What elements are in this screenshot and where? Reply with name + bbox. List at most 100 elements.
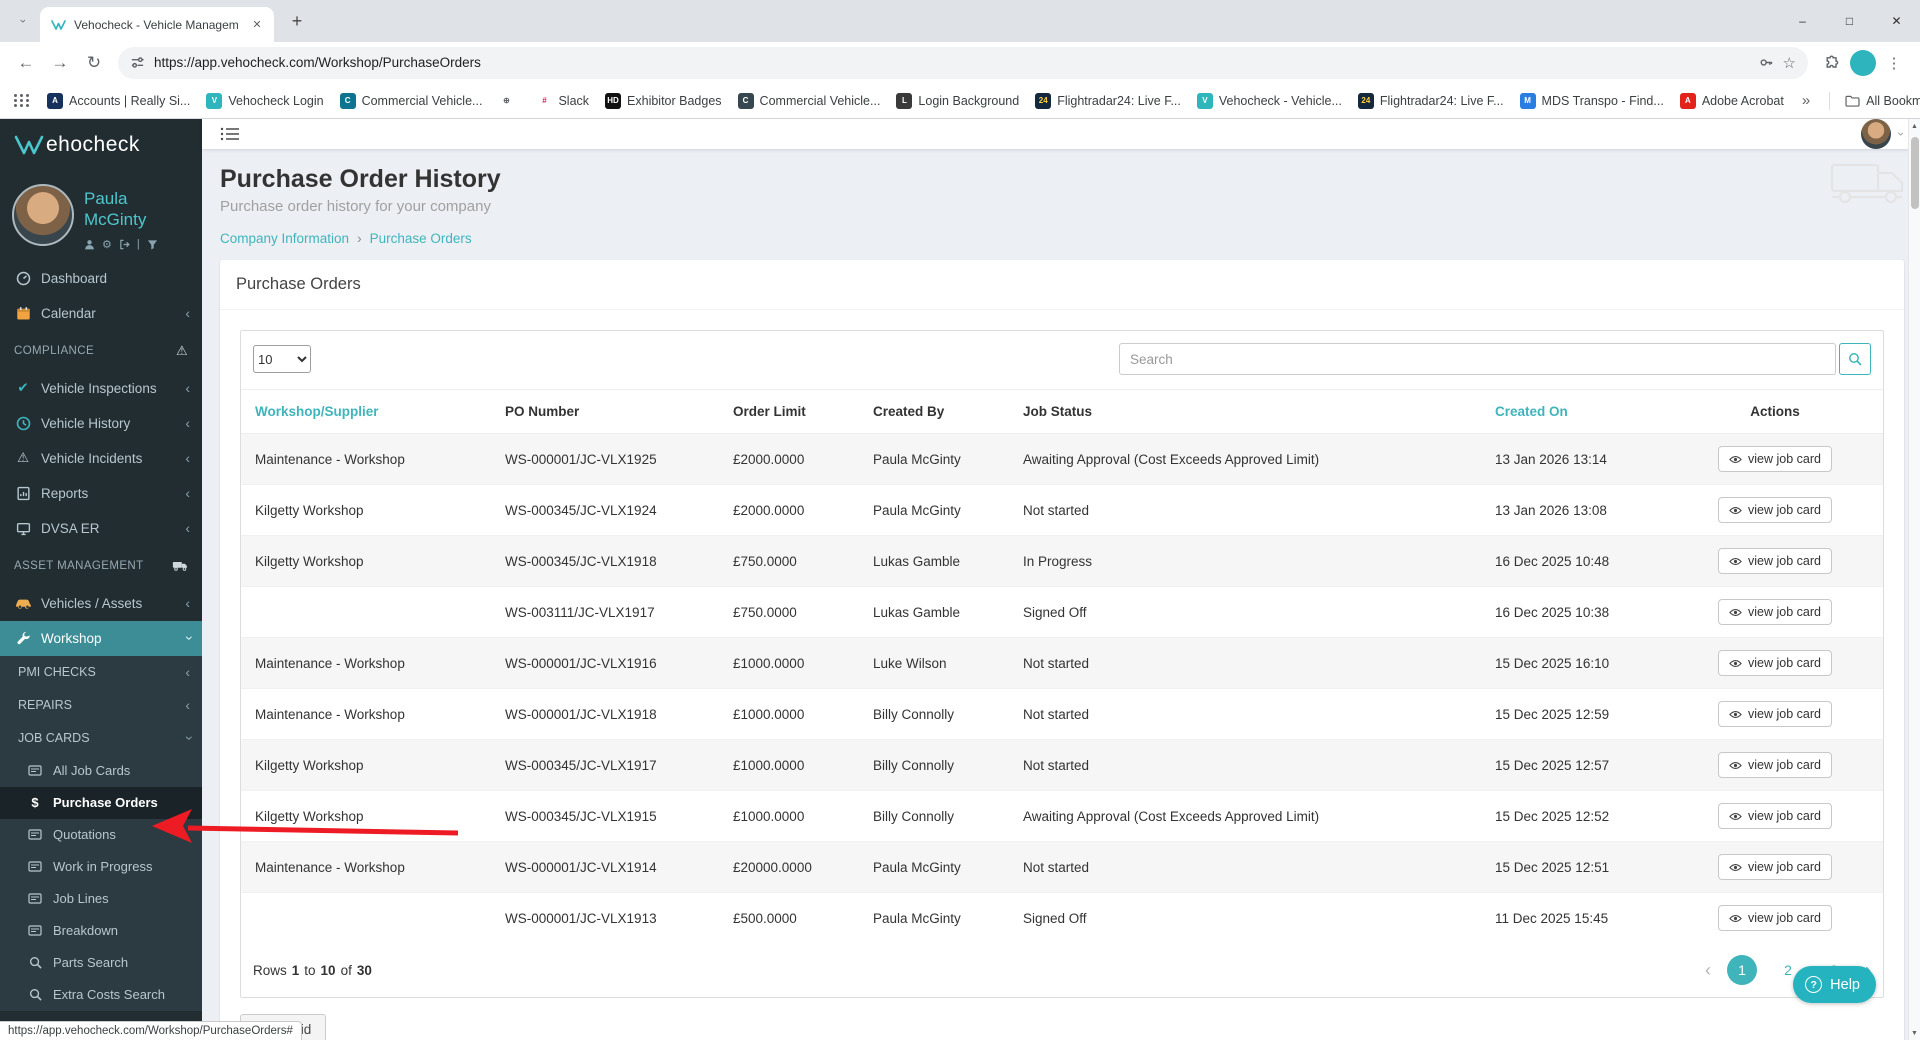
scroll-down-icon[interactable]: ▼	[1909, 1026, 1920, 1040]
app-header: ‹	[202, 119, 1920, 149]
sidebar-item-reports[interactable]: Reports ‹	[0, 476, 202, 511]
all-bookmarks-button[interactable]: All Bookmarks	[1838, 90, 1920, 112]
pagination-prev-icon[interactable]: ‹	[1705, 960, 1711, 981]
sidebar-item-dashboard[interactable]: Dashboard	[0, 261, 202, 296]
sidebar-item-all-job-cards[interactable]: All Job Cards	[0, 754, 202, 787]
user-menu[interactable]: ‹	[1861, 119, 1907, 149]
page-size-select[interactable]: 10	[253, 345, 311, 373]
sidebar-item-quotations[interactable]: Quotations	[0, 818, 202, 851]
cell-created-on: 15 Dec 2025 12:57	[1481, 739, 1663, 791]
view-job-card-button[interactable]: view job card	[1718, 854, 1832, 880]
chevron-left-icon: ‹	[185, 485, 190, 501]
scroll-up-icon[interactable]: ▲	[1909, 119, 1920, 133]
sidebar-item-breakdown[interactable]: Breakdown	[0, 914, 202, 947]
tab-search-button[interactable]: ‹	[10, 8, 36, 34]
sidebar-item-work-in-progress[interactable]: Work in Progress	[0, 850, 202, 883]
sidebar-item-dvsa-er[interactable]: DVSA ER ‹	[0, 511, 202, 546]
help-button[interactable]: ? Help	[1793, 966, 1876, 1003]
sidebar-item-pmi-checks[interactable]: PMI CHECKS ‹	[0, 655, 202, 689]
column-order-limit[interactable]: Order Limit	[719, 389, 859, 434]
bookmark-star-icon[interactable]: ☆	[1783, 54, 1796, 72]
logout-icon[interactable]	[119, 239, 130, 250]
bookmark-item[interactable]: 24 Flightradar24: Live F...	[1351, 89, 1511, 113]
sidebar-item-calendar[interactable]: Calendar ‹	[0, 296, 202, 331]
bookmark-item[interactable]: C Commercial Vehicle...	[731, 89, 888, 113]
view-job-card-button[interactable]: view job card	[1718, 446, 1832, 472]
eye-icon	[1729, 659, 1742, 668]
bookmark-item[interactable]: M MDS Transpo - Find...	[1513, 89, 1671, 113]
bookmark-item[interactable]: A Adobe Acrobat	[1673, 89, 1791, 113]
sidebar-item-extra-costs-search[interactable]: Extra Costs Search	[0, 978, 202, 1011]
sidebar-toggle-button[interactable]	[220, 126, 240, 142]
settings-gear-icon[interactable]: ⚙	[102, 238, 112, 251]
profile-person-icon[interactable]	[84, 239, 95, 250]
sidebar-item-job-lines[interactable]: Job Lines	[0, 882, 202, 915]
view-job-card-button[interactable]: view job card	[1718, 701, 1832, 727]
cell-workshop-supplier	[241, 586, 491, 638]
view-job-card-button[interactable]: view job card	[1718, 752, 1832, 778]
sidebar-item-workshop[interactable]: Workshop ‹	[0, 620, 202, 656]
view-job-card-button[interactable]: view job card	[1718, 650, 1832, 676]
close-button[interactable]: ✕	[1873, 0, 1920, 42]
cell-po-number: WS-000001/JC-VLX1925	[491, 433, 719, 485]
sidebar-item-job-cards[interactable]: JOB CARDS ‹	[0, 721, 202, 755]
cell-po-number: WS-000345/JC-VLX1924	[491, 484, 719, 536]
sidebar-item-vehicle-history[interactable]: Vehicle History ‹	[0, 406, 202, 441]
new-tab-button[interactable]: +	[284, 8, 310, 34]
column-po-number[interactable]: PO Number	[491, 389, 719, 434]
bookmarks-overflow-chevron[interactable]: »	[1793, 92, 1819, 109]
column-created-by[interactable]: Created By	[859, 389, 1009, 434]
site-settings-icon[interactable]	[130, 55, 145, 70]
apps-grid-icon[interactable]	[14, 94, 30, 107]
column-created-on[interactable]: Created On	[1481, 389, 1663, 434]
view-job-card-button[interactable]: view job card	[1718, 905, 1832, 931]
bookmark-item[interactable]: ⊕	[491, 89, 527, 113]
cell-order-limit: £20000.0000	[719, 841, 859, 893]
bookmark-item[interactable]: # Slack	[529, 89, 596, 113]
sidebar-item-parts-search[interactable]: Parts Search	[0, 946, 202, 979]
breadcrumb-purchase-orders[interactable]: Purchase Orders	[370, 231, 472, 246]
view-job-card-button[interactable]: view job card	[1718, 548, 1832, 574]
bookmark-item[interactable]: V Vehocheck Login	[199, 89, 330, 113]
page-scrollbar[interactable]: ▲ ▼	[1908, 119, 1920, 1040]
maximize-button[interactable]: □	[1826, 0, 1873, 42]
user-last-name: McGinty	[84, 210, 147, 230]
refresh-button[interactable]: ↻	[78, 47, 110, 79]
back-button[interactable]: ←	[10, 47, 42, 79]
bookmark-item[interactable]: L Login Background	[889, 89, 1026, 113]
sidebar-item-vehicles-assets[interactable]: Vehicles / Assets ‹	[0, 586, 202, 621]
browser-tab[interactable]: Vehocheck - Vehicle Managem ✕	[40, 7, 274, 42]
view-job-card-button[interactable]: view job card	[1718, 803, 1832, 829]
tab-close-button[interactable]: ✕	[248, 16, 266, 34]
bookmark-item[interactable]: V Vehocheck - Vehicle...	[1190, 89, 1349, 113]
column-workshop-supplier[interactable]: Workshop/Supplier	[241, 389, 491, 434]
search-input[interactable]	[1119, 343, 1836, 375]
extensions-icon[interactable]	[1816, 47, 1848, 79]
browser-tab-strip: ‹ Vehocheck - Vehicle Managem ✕ + – □ ✕	[0, 0, 1920, 42]
view-job-card-button[interactable]: view job card	[1718, 497, 1832, 523]
browser-menu-button[interactable]: ⋮	[1878, 47, 1910, 79]
bookmark-item[interactable]: A Accounts | Really Si...	[40, 89, 197, 113]
bookmark-item[interactable]: HD Exhibitor Badges	[598, 89, 729, 113]
bookmark-item[interactable]: 24 Flightradar24: Live F...	[1028, 89, 1188, 113]
minimize-button[interactable]: –	[1779, 0, 1826, 42]
sidebar-item-repairs[interactable]: REPAIRS ‹	[0, 688, 202, 722]
sidebar-item-purchase-orders[interactable]: $ Purchase Orders	[0, 786, 202, 819]
sidebar-item-vehicle-incidents[interactable]: ⚠ Vehicle Incidents ‹	[0, 441, 202, 476]
view-job-card-button[interactable]: view job card	[1718, 599, 1832, 625]
password-key-icon[interactable]	[1759, 55, 1774, 70]
search-button[interactable]	[1839, 343, 1871, 375]
address-bar[interactable]: https://app.vehocheck.com/Workshop/Purch…	[118, 46, 1808, 79]
column-job-status[interactable]: Job Status	[1009, 389, 1481, 434]
bookmark-item[interactable]: C Commercial Vehicle...	[333, 89, 490, 113]
scrollbar-thumb[interactable]	[1911, 137, 1919, 209]
filter-icon[interactable]	[147, 239, 158, 250]
breadcrumb-company-information[interactable]: Company Information	[220, 231, 349, 246]
pagination-page-1[interactable]: 1	[1727, 955, 1757, 985]
sidebar-item-vehicle-inspections[interactable]: ✔ Vehicle Inspections ‹	[0, 371, 202, 406]
table-header-row: Workshop/Supplier PO Number Order Limit …	[241, 389, 1883, 434]
forward-button[interactable]: →	[44, 47, 76, 79]
bookmark-favicon: A	[47, 92, 63, 109]
browser-profile-avatar[interactable]	[1850, 49, 1876, 76]
cell-workshop-supplier	[241, 892, 491, 943]
